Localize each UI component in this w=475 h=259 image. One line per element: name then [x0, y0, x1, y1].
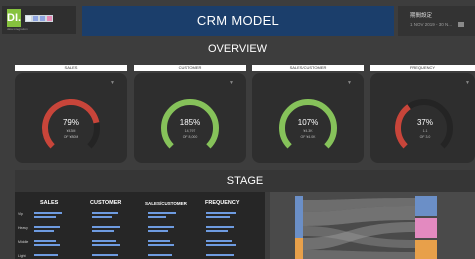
- table-cell-bar: [34, 216, 56, 218]
- sankey-chart[interactable]: [270, 192, 475, 259]
- sankey-node-right-blue[interactable]: [415, 196, 437, 216]
- kpi-actual-sales: ¥43M: [66, 129, 76, 133]
- table-cell-bar: [206, 240, 232, 242]
- sankey-node-left-orange[interactable]: [295, 238, 303, 259]
- kpi-target-frequency: OF 3.0: [419, 135, 431, 139]
- table-cell-bar: [92, 212, 118, 214]
- column-header-customer: CUSTOMER: [90, 200, 122, 206]
- table-cell-bar: [148, 230, 168, 232]
- column-header-frequency: FREQUENCY: [205, 200, 240, 206]
- column-header-sales-per-customer: SALES/CUSTOMER: [145, 201, 187, 206]
- table-cell-bar: [92, 216, 112, 218]
- table-cell-bar: [206, 230, 228, 232]
- table-cell-bar: [148, 216, 166, 218]
- table-cell-bar: [206, 212, 236, 214]
- kpi-actual-customer: 14,797: [184, 129, 196, 133]
- kpi-value-customer: 185%: [179, 118, 201, 127]
- table-cell-bar: [148, 244, 174, 246]
- sankey-flow: [303, 250, 415, 259]
- kpi-value-sales: 79%: [62, 118, 79, 127]
- table-cell-bar: [92, 230, 114, 232]
- stage-title: STAGE: [226, 175, 264, 187]
- table-cell-bar: [148, 226, 174, 228]
- column-header-sales: SALES: [40, 200, 59, 206]
- table-cell-bar: [34, 254, 58, 256]
- table-cell-bar: [34, 230, 54, 232]
- table-cell-bar: [92, 240, 116, 242]
- kpi-value-frequency: 37%: [416, 118, 433, 127]
- table-cell-bar: [206, 244, 236, 246]
- table-cell-bar: [34, 212, 62, 214]
- kpi-target-sales: OF ¥80M: [63, 135, 79, 139]
- sankey-node-left-blue[interactable]: [295, 196, 303, 238]
- table-cell-bar: [34, 240, 56, 242]
- row-label-middle: Middle: [18, 240, 29, 244]
- table-cell-bar: [148, 254, 172, 256]
- table-cell-bar: [92, 244, 120, 246]
- table-cell-bar: [148, 240, 170, 242]
- table-cell-bar: [148, 212, 176, 214]
- sankey-node-right-pink[interactable]: [415, 218, 437, 238]
- table-cell-bar: [34, 244, 60, 246]
- table-cell-bar: [34, 226, 60, 228]
- kpi-actual-frequency: 1.1: [422, 129, 428, 133]
- table-cell-bar: [206, 226, 234, 228]
- row-label-light: Light: [18, 254, 26, 258]
- table-cell-bar: [92, 226, 120, 228]
- kpi-value-sales-per-customer: 107%: [297, 118, 319, 127]
- row-label-vip: Vip: [18, 212, 23, 216]
- table-cell-bar: [206, 254, 234, 256]
- kpi-target-customer: OF 8,000: [182, 135, 198, 139]
- sankey-node-right-orange[interactable]: [415, 240, 437, 259]
- table-cell-bar: [92, 254, 118, 256]
- table-cell-bar: [206, 216, 230, 218]
- kpi-actual-sales-per-customer: ¥4.3K: [303, 129, 313, 133]
- kpi-target-sales-per-customer: OF ¥4.0K: [300, 135, 316, 139]
- row-label-heavy: Heavy: [18, 226, 28, 230]
